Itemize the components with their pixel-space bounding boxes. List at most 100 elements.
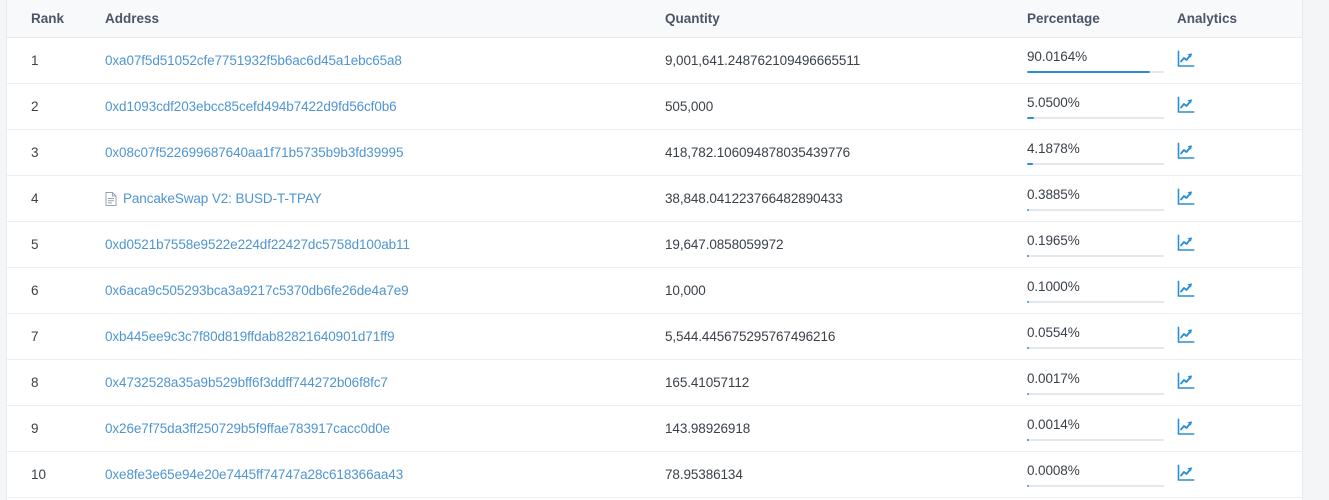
cell-address: 0xe8fe3e65e94e20e7445ff74747a28c618366aa… <box>87 451 665 498</box>
percentage-wrapper: 0.1965% <box>1027 233 1164 257</box>
cell-percentage: 5.0500% <box>1027 83 1177 130</box>
page-background: Rank Address Quantity Percentage Analyti… <box>0 0 1329 500</box>
cell-percentage: 0.0554% <box>1027 313 1177 360</box>
cell-analytics <box>1177 175 1302 222</box>
percentage-value: 0.1965% <box>1027 232 1080 248</box>
rank-value: 9 <box>31 421 39 436</box>
quantity-value: 143.98926918 <box>665 421 751 436</box>
cell-percentage: 0.3885% <box>1027 175 1177 222</box>
quantity-value: 78.95386134 <box>665 467 743 482</box>
analytics-chart-icon[interactable] <box>1177 142 1195 160</box>
percentage-progress-track <box>1027 208 1164 211</box>
rank-value: 5 <box>31 237 39 252</box>
quantity-value: 38,848.041223766482890433 <box>665 191 843 206</box>
percentage-value: 0.0554% <box>1027 324 1080 340</box>
address-wrapper: 0x08c07f522699687640aa1f71b5735b9b3fd399… <box>105 145 665 160</box>
cell-address: 0xa07f5d51052cfe7751932f5b6ac6d45a1ebc65… <box>87 37 665 84</box>
column-header-percentage: Percentage <box>1027 0 1177 38</box>
cell-quantity: 10,000 <box>665 267 1027 314</box>
address-wrapper: 0xd0521b7558e9522e224df22427dc5758d100ab… <box>105 237 665 252</box>
cell-rank: 2 <box>7 83 87 130</box>
cell-percentage: 0.1965% <box>1027 221 1177 268</box>
address-wrapper: 0xe8fe3e65e94e20e7445ff74747a28c618366aa… <box>105 467 665 482</box>
analytics-chart-icon[interactable] <box>1177 280 1195 298</box>
table-header-row: Rank Address Quantity Percentage Analyti… <box>7 0 1302 38</box>
quantity-value: 9,001,641.248762109496665511 <box>665 53 861 68</box>
cell-quantity: 5,544.445675295767496216 <box>665 313 1027 360</box>
address-link[interactable]: 0x08c07f522699687640aa1f71b5735b9b3fd399… <box>105 145 403 160</box>
percentage-wrapper: 4.1878% <box>1027 141 1164 165</box>
cell-quantity: 78.95386134 <box>665 451 1027 498</box>
cell-quantity: 9,001,641.248762109496665511 <box>665 37 1027 84</box>
percentage-wrapper: 90.0164% <box>1027 49 1164 73</box>
percentage-value: 90.0164% <box>1027 48 1088 64</box>
cell-percentage: 0.0014% <box>1027 405 1177 452</box>
address-link[interactable]: 0x6aca9c505293bca3a9217c5370db6fe26de4a7… <box>105 283 409 298</box>
percentage-progress-track <box>1027 392 1164 395</box>
address-link[interactable]: PancakeSwap V2: BUSD-T-TPAY <box>123 191 322 206</box>
cell-quantity: 19,647.0858059972 <box>665 221 1027 268</box>
quantity-value: 5,544.445675295767496216 <box>665 329 836 344</box>
address-wrapper: 0x26e7f75da3ff250729b5f9ffae783917cacc0d… <box>105 421 665 436</box>
cell-address: PancakeSwap V2: BUSD-T-TPAY <box>87 175 665 222</box>
analytics-chart-icon[interactable] <box>1177 326 1195 344</box>
column-header-rank: Rank <box>7 0 87 38</box>
analytics-chart-icon[interactable] <box>1177 96 1195 114</box>
percentage-wrapper: 0.1000% <box>1027 279 1164 303</box>
rank-value: 6 <box>31 283 39 298</box>
column-header-address: Address <box>87 0 665 38</box>
rank-value: 8 <box>31 375 39 390</box>
cell-rank: 10 <box>7 451 87 498</box>
cell-quantity: 505,000 <box>665 83 1027 130</box>
cell-analytics <box>1177 83 1302 130</box>
cell-analytics <box>1177 451 1302 498</box>
percentage-progress-fill <box>1027 392 1029 395</box>
percentage-progress-track <box>1027 484 1164 487</box>
column-header-analytics: Analytics <box>1177 0 1302 38</box>
address-link[interactable]: 0xe8fe3e65e94e20e7445ff74747a28c618366aa… <box>105 467 403 482</box>
rank-value: 2 <box>31 99 39 114</box>
address-link[interactable]: 0x4732528a35a9b529bff6f3ddff744272b06f8f… <box>105 375 388 390</box>
quantity-value: 165.41057112 <box>665 375 750 390</box>
address-wrapper: 0x6aca9c505293bca3a9217c5370db6fe26de4a7… <box>105 283 665 298</box>
analytics-chart-icon[interactable] <box>1177 50 1195 68</box>
cell-percentage: 0.0017% <box>1027 359 1177 406</box>
rank-value: 10 <box>31 467 47 482</box>
percentage-progress-fill <box>1027 300 1029 303</box>
analytics-chart-icon[interactable] <box>1177 372 1195 390</box>
analytics-chart-icon[interactable] <box>1177 418 1195 436</box>
address-link[interactable]: 0x26e7f75da3ff250729b5f9ffae783917cacc0d… <box>105 421 390 436</box>
address-link[interactable]: 0xd0521b7558e9522e224df22427dc5758d100ab… <box>105 237 410 252</box>
cell-rank: 6 <box>7 267 87 314</box>
cell-quantity: 143.98926918 <box>665 405 1027 452</box>
percentage-wrapper: 5.0500% <box>1027 95 1164 119</box>
cell-rank: 7 <box>7 313 87 360</box>
analytics-chart-icon[interactable] <box>1177 188 1195 206</box>
address-link[interactable]: 0xb445ee9c3c7f80d819ffdab82821640901d71f… <box>105 329 395 344</box>
cell-rank: 1 <box>7 37 87 84</box>
percentage-wrapper: 0.0554% <box>1027 325 1164 349</box>
quantity-value: 19,647.0858059972 <box>665 237 784 252</box>
cell-quantity: 165.41057112 <box>665 359 1027 406</box>
top-holders-table: Rank Address Quantity Percentage Analyti… <box>7 0 1302 498</box>
analytics-chart-icon[interactable] <box>1177 464 1195 482</box>
cell-address: 0xb445ee9c3c7f80d819ffdab82821640901d71f… <box>87 313 665 360</box>
percentage-progress-fill <box>1027 254 1029 257</box>
percentage-progress-fill <box>1027 208 1029 211</box>
percentage-progress-track <box>1027 116 1164 119</box>
table-body: 1 0xa07f5d51052cfe7751932f5b6ac6d45a1ebc6… <box>7 37 1302 498</box>
analytics-chart-icon[interactable] <box>1177 234 1195 252</box>
quantity-value: 10,000 <box>665 283 706 298</box>
percentage-value: 0.3885% <box>1027 186 1080 202</box>
percentage-progress-fill <box>1027 484 1029 487</box>
rank-value: 1 <box>31 53 39 68</box>
percentage-wrapper: 0.0014% <box>1027 417 1164 441</box>
address-wrapper: 0xa07f5d51052cfe7751932f5b6ac6d45a1ebc65… <box>105 53 665 68</box>
address-link[interactable]: 0xa07f5d51052cfe7751932f5b6ac6d45a1ebc65… <box>105 53 402 68</box>
table-row: 6 0x6aca9c505293bca3a9217c5370db6fe26de4a… <box>7 267 1302 314</box>
percentage-progress-track <box>1027 300 1164 303</box>
address-link[interactable]: 0xd1093cdf203ebcc85cefd494b7422d9fd56cf0… <box>105 99 397 114</box>
table-row: 8 0x4732528a35a9b529bff6f3ddff744272b06f8… <box>7 359 1302 406</box>
cell-analytics <box>1177 221 1302 268</box>
percentage-value: 0.0014% <box>1027 416 1080 432</box>
